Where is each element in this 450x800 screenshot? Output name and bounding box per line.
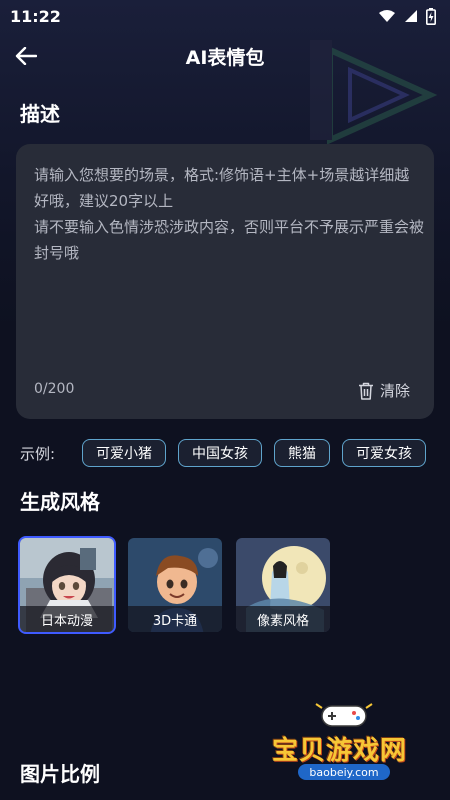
site-watermark: 宝贝游戏网 baobeiy.com	[272, 700, 422, 780]
examples-row: 示例: 可爱小猪 中国女孩 熊猫 可爱女孩	[20, 438, 440, 468]
example-chip-panda[interactable]: 熊猫	[274, 439, 330, 467]
status-icons	[378, 7, 436, 25]
description-title: 描述	[20, 102, 60, 126]
nav-bar: AI表情包	[0, 36, 450, 76]
status-bar: 11:22	[0, 0, 450, 32]
example-chip-cute-girl[interactable]: 可爱女孩	[342, 439, 426, 467]
ratio-title: 图片比例	[20, 762, 100, 786]
watermark-url: baobeiy.com	[298, 764, 390, 780]
style-title: 生成风格	[20, 490, 100, 514]
example-chip-chinese-girl[interactable]: 中国女孩	[178, 439, 262, 467]
style-options: 日本动漫 3D卡通 像素风格	[18, 536, 332, 634]
example-chip-cute-pig[interactable]: 可爱小猪	[82, 439, 166, 467]
back-button[interactable]	[12, 42, 40, 70]
cellular-icon	[405, 10, 417, 22]
placeholder-line-1: 请输入您想要的场景，格式:修饰语+主体+场景越详细越好哦，建议20字以上	[34, 166, 410, 210]
page-title: AI表情包	[185, 46, 265, 69]
examples-label: 示例:	[20, 444, 56, 463]
style-label-pixel: 像素风格	[236, 606, 330, 632]
status-time: 11:22	[10, 6, 61, 26]
style-option-3d-cartoon[interactable]: 3D卡通	[126, 536, 224, 634]
character-counter: 0/200	[34, 381, 75, 397]
placeholder-line-2: 请不要输入色情涉恐涉政内容，否则平台不予展示严重会被封号哦	[34, 218, 425, 262]
clear-label: 清除	[379, 382, 410, 400]
description-input[interactable]: 请输入您想要的场景，格式:修饰语+主体+场景越详细越好哦，建议20字以上 请不要…	[16, 144, 434, 419]
clear-button[interactable]: 清除	[358, 380, 410, 401]
watermark-text: 宝贝游戏网	[272, 736, 408, 766]
style-label-3d-cartoon: 3D卡通	[128, 606, 222, 632]
battery-charging-icon	[426, 7, 436, 25]
style-option-anime[interactable]: 日本动漫	[18, 536, 116, 634]
wifi-icon	[379, 10, 395, 22]
style-option-pixel[interactable]: 像素风格	[234, 536, 332, 634]
style-label-anime: 日本动漫	[20, 606, 114, 632]
arrow-left-icon	[15, 47, 37, 65]
trash-icon	[358, 382, 373, 400]
gamepad-icon	[315, 703, 373, 727]
description-placeholder: 请输入您想要的场景，格式:修饰语+主体+场景越详细越好哦，建议20字以上 请不要…	[34, 162, 424, 266]
